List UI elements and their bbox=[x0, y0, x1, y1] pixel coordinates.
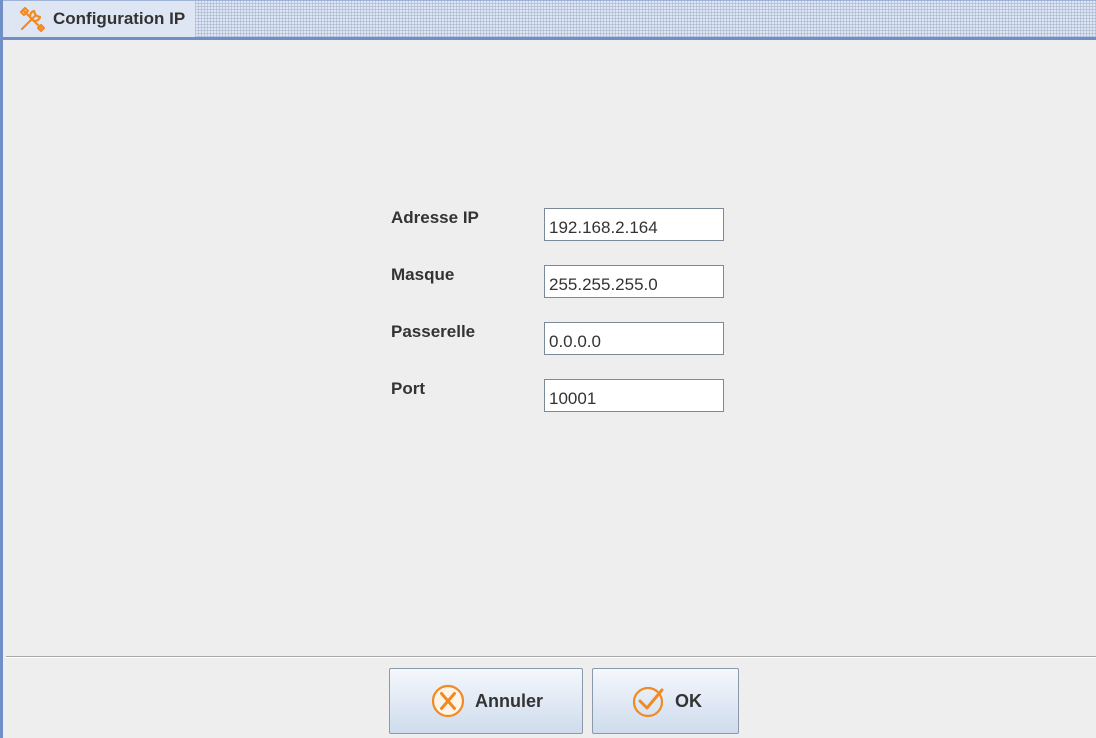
form-row-gateway: Passerelle bbox=[391, 318, 731, 355]
ip-address-input[interactable] bbox=[544, 208, 724, 241]
check-icon bbox=[629, 682, 667, 720]
dialog-window: Configuration IP Adresse IP Masque Passe… bbox=[0, 0, 1096, 738]
gateway-input[interactable] bbox=[544, 322, 724, 355]
cancel-button-label: Annuler bbox=[474, 690, 543, 711]
mask-label: Masque bbox=[391, 265, 455, 284]
ok-button[interactable]: OK bbox=[592, 668, 739, 734]
form-row-ip-address: Adresse IP bbox=[391, 204, 731, 241]
form-row-mask: Masque bbox=[391, 261, 731, 298]
ok-button-label: OK bbox=[675, 690, 702, 711]
tools-icon bbox=[17, 4, 47, 34]
port-label: Port bbox=[391, 379, 425, 398]
ip-address-label: Adresse IP bbox=[391, 208, 479, 227]
form-row-port: Port bbox=[391, 375, 731, 412]
window-title: Configuration IP bbox=[53, 9, 186, 28]
gateway-label: Passerelle bbox=[391, 322, 476, 341]
title-bar-header: Configuration IP bbox=[3, 1, 196, 37]
port-input[interactable] bbox=[544, 379, 724, 412]
cancel-x-icon bbox=[429, 682, 467, 720]
mask-input[interactable] bbox=[544, 265, 724, 298]
title-bar[interactable]: Configuration IP bbox=[3, 0, 1096, 40]
button-bar-divider-highlight bbox=[6, 657, 1096, 658]
cancel-button[interactable]: Annuler bbox=[389, 668, 583, 734]
